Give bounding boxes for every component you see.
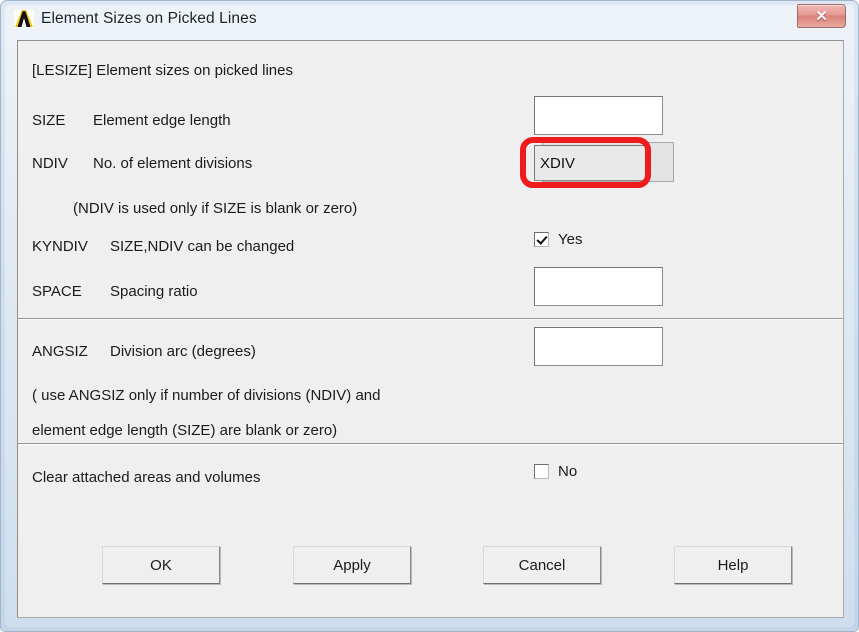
dialog-content: [LESIZE] Element sizes on picked lines S… xyxy=(17,40,844,618)
angsiz-note-line1: ( use ANGSIZ only if number of divisions… xyxy=(32,387,381,404)
space-input[interactable] xyxy=(534,267,663,306)
apply-button[interactable]: Apply xyxy=(293,546,411,584)
angsiz-note-line2: element edge length (SIZE) are blank or … xyxy=(32,422,338,439)
clear-attached-label: Clear attached areas and volumes xyxy=(32,469,261,486)
field-label-space-key: SPACE xyxy=(32,283,82,300)
form-heading: [LESIZE] Element sizes on picked lines xyxy=(32,62,293,79)
kyndiv-checkbox-row[interactable]: Yes xyxy=(534,231,582,248)
close-icon: ✕ xyxy=(815,7,828,25)
kyndiv-checkbox[interactable] xyxy=(534,232,549,247)
help-button[interactable]: Help xyxy=(674,546,792,584)
angsiz-input[interactable] xyxy=(534,327,663,366)
size-input[interactable] xyxy=(534,96,663,135)
ok-button[interactable]: OK xyxy=(102,546,220,584)
ansys-lambda-icon xyxy=(13,8,35,30)
cancel-button[interactable]: Cancel xyxy=(483,546,601,584)
kyndiv-checkbox-label: Yes xyxy=(558,231,583,248)
separator-upper xyxy=(18,318,843,320)
field-label-angsiz-key: ANGSIZ xyxy=(32,343,88,360)
ndiv-note: (NDIV is used only if SIZE is blank or z… xyxy=(73,200,358,217)
field-label-kyndiv-key: KYNDIV xyxy=(32,238,88,255)
clear-attached-checkbox-row[interactable]: No xyxy=(534,463,577,480)
clear-attached-checkbox[interactable] xyxy=(534,464,549,479)
field-label-size-key: SIZE xyxy=(32,112,66,129)
field-label-ndiv-desc: No. of element divisions xyxy=(93,155,253,172)
clear-attached-checkbox-label: No xyxy=(558,463,578,480)
dialog-window: Element Sizes on Picked Lines ✕ [LESIZE]… xyxy=(0,0,859,632)
window-title: Element Sizes on Picked Lines xyxy=(41,10,257,27)
title-bar: Element Sizes on Picked Lines ✕ xyxy=(6,3,855,35)
close-button[interactable]: ✕ xyxy=(797,4,846,28)
field-label-kyndiv-desc: SIZE,NDIV can be changed xyxy=(110,238,295,255)
ndiv-input[interactable] xyxy=(534,145,647,181)
field-label-ndiv-key: NDIV xyxy=(32,155,68,172)
field-label-space-desc: Spacing ratio xyxy=(110,283,198,300)
field-label-angsiz-desc: Division arc (degrees) xyxy=(110,343,256,360)
field-label-size-desc: Element edge length xyxy=(93,112,231,129)
separator-lower xyxy=(18,443,843,445)
